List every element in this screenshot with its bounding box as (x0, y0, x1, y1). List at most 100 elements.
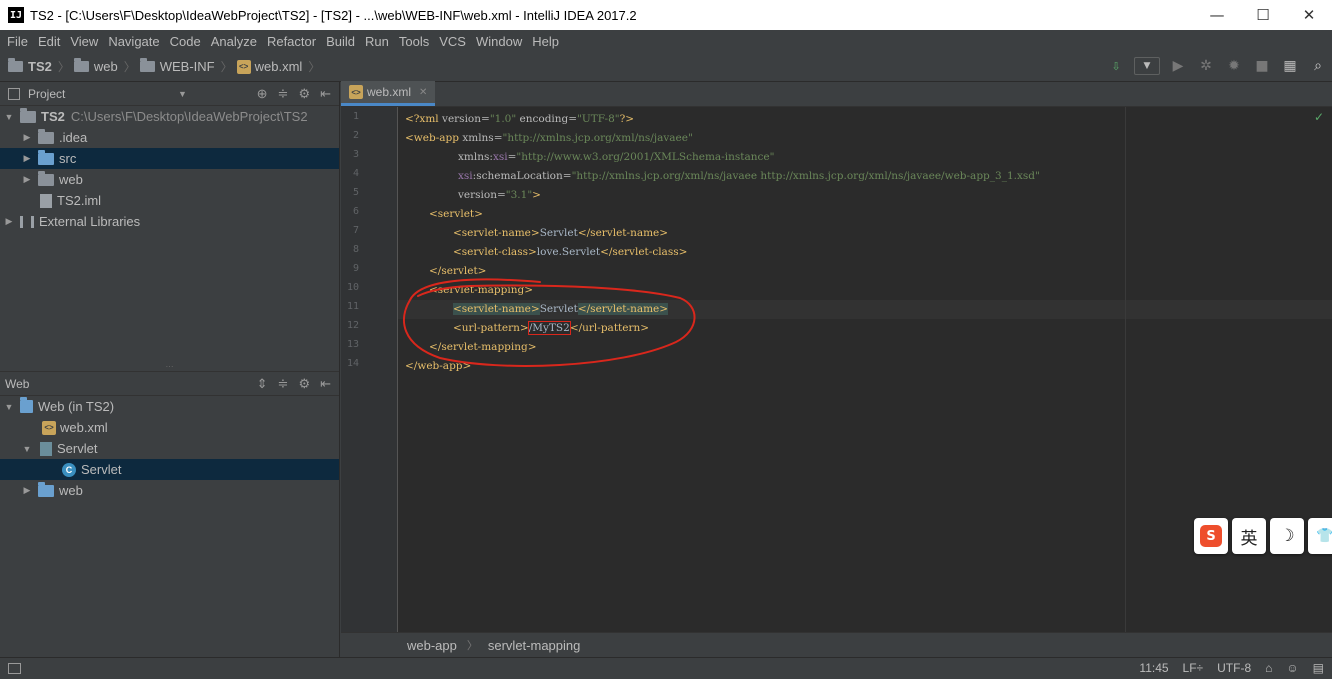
nav-crumb-web[interactable]: web 〉 (73, 58, 136, 75)
gear-icon[interactable]: ⚙ (298, 86, 310, 102)
editor-area: <> web.xml ✕ 1 2 3 4 5 6 7 8 9 10 11 12 … (341, 81, 1332, 657)
gear-icon[interactable]: ⚙ (298, 376, 310, 392)
file-encoding[interactable]: UTF-8 (1217, 661, 1251, 675)
project-structure-icon[interactable]: ▦ (1280, 56, 1300, 76)
breadcrumb-web-app[interactable]: web-app (407, 638, 457, 653)
minimize-button[interactable]: — (1194, 0, 1240, 30)
close-tab-icon[interactable]: ✕ (419, 87, 427, 98)
tree-item-src[interactable]: ▶ src (0, 148, 339, 169)
code-line-2: <web-app xmlns="http://xmlns.jcp.org/xml… (405, 132, 693, 144)
breadcrumb-servlet-mapping[interactable]: servlet-mapping (488, 638, 581, 653)
locate-icon[interactable]: ⊕ (257, 86, 268, 102)
chevron-right-icon: 〉 (57, 60, 70, 74)
event-log-icon[interactable]: ▤ (1313, 661, 1324, 675)
menu-file[interactable]: File (2, 34, 33, 49)
menu-code[interactable]: Code (165, 34, 206, 49)
servlet-group-icon (40, 441, 52, 456)
tree-item-web-root[interactable]: ▶ web (0, 480, 339, 501)
tree-item-servlet-class[interactable]: C Servlet (0, 459, 339, 480)
tree-item-label: Web (in TS2) (38, 399, 115, 414)
xml-file-icon: <> (236, 59, 251, 74)
caret-position[interactable]: 11:45 (1139, 661, 1168, 675)
nav-crumb-webinf[interactable]: WEB-INF 〉 (139, 58, 233, 75)
collapsed-arrow-icon[interactable]: ▶ (20, 132, 34, 143)
web-panel-header[interactable]: Web ⇕ ≑ ⚙ ⇤ (0, 372, 339, 396)
module-file-icon (40, 193, 52, 208)
nav-crumb-project[interactable]: TS2 〉 (8, 58, 70, 75)
chevron-down-icon[interactable]: ▼ (178, 89, 187, 99)
debug-icon[interactable]: ✲ (1196, 56, 1216, 76)
expanded-arrow-icon[interactable]: ▼ (20, 444, 34, 454)
menu-edit[interactable]: Edit (33, 34, 65, 49)
expand-all-icon[interactable]: ⇕ (257, 376, 268, 392)
tree-item-servlet-group[interactable]: ▼ Servlet (0, 438, 339, 459)
code-line-3: xmlns:xsi="http://www.w3.org/2001/XMLSch… (458, 151, 775, 163)
line-number: 4 (352, 168, 359, 179)
line-number: 11 (346, 301, 359, 312)
menu-build[interactable]: Build (321, 34, 360, 49)
run-icon[interactable]: ▶ (1168, 56, 1188, 76)
code-line-7: <servlet-name>Servlet</servlet-name> (453, 227, 669, 239)
tree-item-web[interactable]: ▶ web (0, 169, 339, 190)
line-number: 10 (346, 282, 359, 293)
chevron-right-icon: 〉 (466, 640, 478, 652)
project-tree-empty-space (0, 232, 339, 364)
menu-run[interactable]: Run (360, 34, 394, 49)
collapse-icon[interactable]: ≑ (278, 86, 289, 102)
close-button[interactable]: ✕ (1286, 0, 1332, 30)
sogou-logo-icon[interactable]: S (1194, 518, 1228, 554)
menu-navigate[interactable]: Navigate (103, 34, 164, 49)
tool-windows-toggle-icon[interactable] (8, 663, 21, 674)
coverage-icon[interactable]: ✹ (1224, 56, 1244, 76)
collapsed-arrow-icon[interactable]: ▶ (2, 216, 16, 227)
stop-icon[interactable]: ■ (1252, 56, 1272, 76)
collapsed-arrow-icon[interactable]: ▶ (20, 153, 34, 164)
hide-icon[interactable]: ⇤ (320, 376, 331, 392)
chevron-right-icon: 〉 (308, 60, 321, 74)
collapsed-arrow-icon[interactable]: ▶ (20, 174, 34, 185)
line-number: 12 (346, 320, 359, 331)
expanded-arrow-icon[interactable]: ▼ (2, 112, 16, 122)
inspector-icon[interactable]: ☺ (1286, 661, 1298, 675)
build-icon[interactable]: ⇩ (1106, 56, 1126, 76)
maximize-button[interactable]: ☐ (1240, 0, 1286, 30)
tree-item-label: .idea (59, 130, 88, 145)
moon-icon[interactable]: ☽ (1270, 518, 1304, 554)
line-separator[interactable]: LF÷ (1183, 661, 1204, 675)
panel-splitter[interactable]: ⋯ (0, 363, 339, 372)
nav-crumb-label: web (93, 59, 118, 74)
web-folder-icon (38, 170, 54, 186)
menu-view[interactable]: View (65, 34, 103, 49)
tree-item-project[interactable]: ▼ TS2 C:\Users\F\Desktop\IdeaWebProject\… (0, 106, 339, 127)
collapsed-arrow-icon[interactable]: ▶ (20, 485, 34, 496)
menu-help[interactable]: Help (527, 34, 564, 49)
search-icon[interactable]: ⌕ (1308, 56, 1328, 76)
ime-language-toggle[interactable]: 英 (1232, 518, 1266, 554)
menu-analyze[interactable]: Analyze (206, 34, 262, 49)
tab-webxml[interactable]: <> web.xml ✕ (341, 81, 436, 106)
project-panel-header[interactable]: Project ▼ ⊕ ≑ ⚙ ⇤ (0, 82, 339, 106)
tree-item-idea[interactable]: ▶ .idea (0, 127, 339, 148)
project-path: C:\Users\F\Desktop\IdeaWebProject\TS2 (70, 109, 308, 124)
nav-crumb-webxml[interactable]: <> web.xml 〉 (236, 58, 321, 75)
run-config-dropdown[interactable]: ▼ (1134, 57, 1160, 75)
code-line-10: <servlet-mapping> (429, 284, 533, 296)
code-line-13: </servlet-mapping> (429, 341, 537, 353)
tree-item-webxml[interactable]: <> web.xml (0, 417, 339, 438)
tree-item-label: TS2 (41, 109, 65, 124)
expanded-arrow-icon[interactable]: ▼ (2, 402, 16, 412)
tree-item-web-facet[interactable]: ▼ Web (in TS2) (0, 396, 339, 417)
nav-crumb-label: TS2 (28, 59, 52, 74)
menu-window[interactable]: Window (471, 34, 527, 49)
collapse-icon[interactable]: ≑ (278, 376, 289, 392)
tree-item-external-libraries[interactable]: ▶ External Libraries (0, 211, 339, 232)
menu-refactor[interactable]: Refactor (262, 34, 321, 49)
menu-vcs[interactable]: VCS (434, 34, 471, 49)
menu-tools[interactable]: Tools (394, 34, 434, 49)
skin-icon[interactable]: 👕 (1308, 518, 1332, 554)
line-number: 9 (352, 263, 359, 274)
class-icon: C (62, 462, 76, 477)
hide-icon[interactable]: ⇤ (320, 86, 331, 102)
lock-icon[interactable]: ⌂ (1265, 661, 1272, 675)
tree-item-iml[interactable]: TS2.iml (0, 190, 339, 211)
